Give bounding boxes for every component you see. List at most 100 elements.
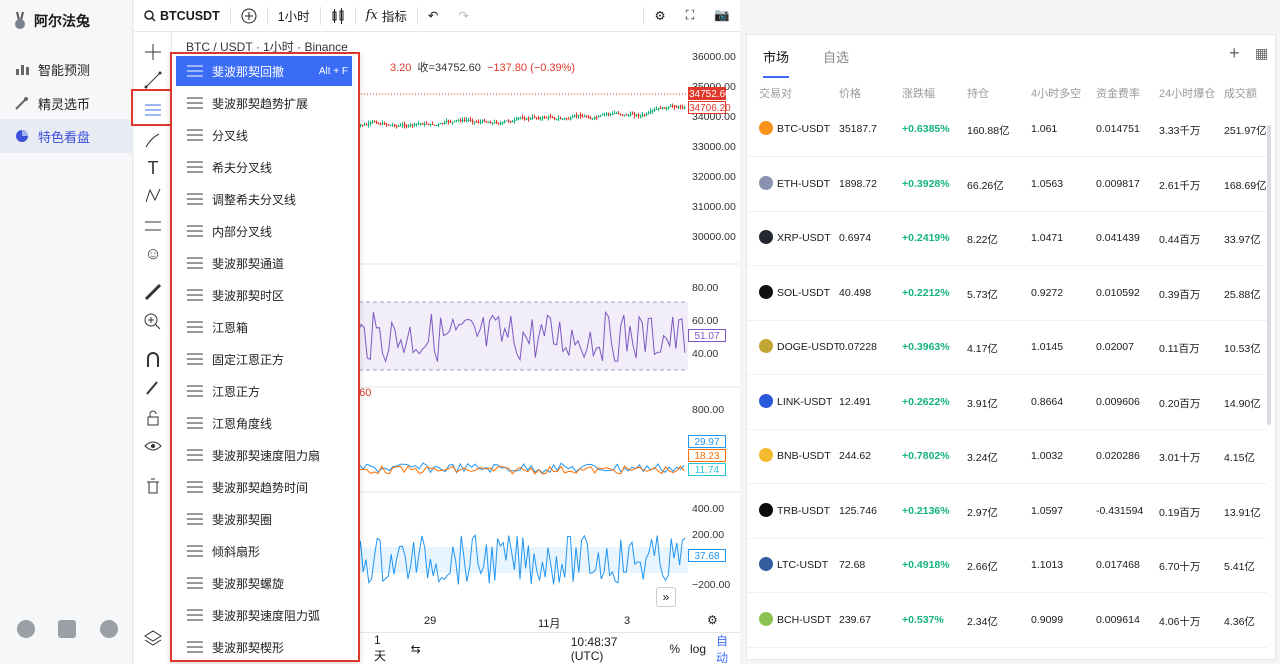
forecast-tool[interactable] xyxy=(143,216,163,236)
cell-vol: 251.97亿 xyxy=(1224,125,1267,137)
market-row[interactable]: TRB-USDT 125.746 +0.2136% 2.97亿 1.0597 -0.431… xyxy=(747,485,1267,539)
market-row[interactable]: BCH-USDT 239.67 +0.537% 2.34亿 0.9099 0.009614… xyxy=(747,594,1267,648)
candle-body xyxy=(382,123,384,125)
fib-menu-item[interactable]: 希夫分叉线 xyxy=(176,152,352,182)
cell-oi: 2.97亿 xyxy=(967,506,998,519)
candle-style-button[interactable] xyxy=(321,0,355,32)
ruler-tool[interactable] xyxy=(143,282,163,302)
undo-button[interactable]: ↶ xyxy=(418,0,448,32)
grid-icon[interactable]: ▦ xyxy=(1255,45,1268,62)
fib-menu-item[interactable]: 内部分叉线 xyxy=(176,216,352,246)
fib-menu-item[interactable]: 斐波那契通道 xyxy=(176,248,352,278)
fib-menu-item[interactable]: 分叉线 xyxy=(176,120,352,150)
candle-body xyxy=(412,124,414,126)
fib-tool-icon xyxy=(184,156,206,178)
log-toggle[interactable]: log xyxy=(690,642,706,656)
market-row[interactable]: LTC-USDT 72.68 +0.4918% 2.66亿 1.1013 0.017468… xyxy=(747,539,1267,593)
fib-menu-item[interactable]: 斐波那契趋势扩展 xyxy=(176,88,352,118)
column-header[interactable]: 成交额 xyxy=(1224,85,1257,101)
tab-market[interactable]: 市场 xyxy=(763,47,790,78)
market-row[interactable]: DOGE-USDT 0.07228 +0.3963% 4.17亿 1.0145 0.020… xyxy=(747,321,1267,375)
text-tool[interactable]: T xyxy=(143,158,163,178)
candle-body xyxy=(654,109,656,111)
pattern-tool[interactable] xyxy=(143,186,163,206)
chat-icon[interactable] xyxy=(58,620,76,638)
market-row[interactable]: BTC-USDT 35187.7 +0.6385% 160.88亿 1.061 0.014… xyxy=(747,103,1267,157)
auto-toggle[interactable]: 自动 xyxy=(716,632,740,664)
redo-button[interactable]: ↷ xyxy=(448,0,478,32)
indicators-button[interactable]: fx 指标 xyxy=(356,0,417,32)
brush-tool[interactable] xyxy=(143,130,163,150)
trendline-tool[interactable] xyxy=(143,70,163,90)
column-header[interactable]: 价格 xyxy=(839,85,861,101)
column-header[interactable]: 持仓 xyxy=(967,85,989,101)
axis-settings-button[interactable]: ⚙ xyxy=(707,613,718,627)
app-logo[interactable]: 阿尔法兔 xyxy=(12,8,90,34)
fib-menu-item[interactable]: 斐波那契楔形 xyxy=(176,632,352,662)
compare-button[interactable] xyxy=(231,0,267,32)
cell-change: +0.2419% xyxy=(902,232,950,244)
tab-watchlist[interactable]: 自选 xyxy=(823,47,849,78)
zoom-tool[interactable] xyxy=(143,312,163,332)
fib-menu-item[interactable]: 斐波那契回撤 Alt + F xyxy=(176,56,352,86)
magnet-tool[interactable] xyxy=(143,350,163,370)
wand-icon xyxy=(15,97,28,110)
nav-item-coin-picker[interactable]: 精灵选币 xyxy=(0,86,133,120)
fib-menu-item[interactable]: 江恩箱 xyxy=(176,312,352,342)
cell-fund: 0.041439 xyxy=(1096,232,1140,244)
chart-settings-button[interactable]: ⚙ xyxy=(644,0,675,32)
github-icon[interactable] xyxy=(17,620,35,638)
fib-tool-icon xyxy=(184,572,206,594)
chart-toolbar: BTCUSDT 1小时 fx 指标 ↶ ↷ ⚙ ⛶ 📷 xyxy=(134,0,740,32)
fib-menu-item[interactable]: 斐波那契速度阻力扇 xyxy=(176,440,352,470)
fib-menu-item[interactable]: 固定江恩正方 xyxy=(176,344,352,374)
emoji-tool[interactable]: ☺ xyxy=(143,244,163,264)
nav-item-prediction[interactable]: 智能预测 xyxy=(0,52,133,86)
fib-menu-item[interactable]: 江恩角度线 xyxy=(176,408,352,438)
fib-menu-item[interactable]: 斐波那契螺旋 xyxy=(176,568,352,598)
layers-tool[interactable] xyxy=(143,628,163,648)
delete-tool[interactable] xyxy=(143,476,163,496)
fib-tool-icon xyxy=(184,412,206,434)
interval-button[interactable]: 1小时 xyxy=(268,0,320,32)
goto-date-icon[interactable]: ⇆ xyxy=(411,642,421,656)
column-header[interactable]: 交易对 xyxy=(759,85,792,101)
scroll-to-latest-button[interactable]: » xyxy=(656,587,676,607)
candle-body xyxy=(464,119,466,121)
market-row[interactable]: LINK-USDT 12.491 +0.2622% 3.91亿 0.8664 0.0096… xyxy=(747,376,1267,430)
range-1d-button[interactable]: 1天 xyxy=(374,633,393,664)
fib-menu-item[interactable]: 斐波那契趋势时间 xyxy=(176,472,352,502)
x-tick: 29 xyxy=(424,615,437,627)
nav-item-special-view[interactable]: 特色看盘 xyxy=(0,119,133,153)
candle-body xyxy=(640,115,642,117)
scrollbar[interactable] xyxy=(1267,125,1271,425)
market-row[interactable]: XRP-USDT 0.6974 +0.2419% 8.22亿 1.0471 0.04143… xyxy=(747,212,1267,266)
symbol-search[interactable]: BTCUSDT xyxy=(134,0,230,32)
lock-tool[interactable] xyxy=(143,408,163,428)
fullscreen-button[interactable]: ⛶ xyxy=(676,0,705,32)
fib-menu-item[interactable]: 江恩正方 xyxy=(176,376,352,406)
add-icon[interactable]: + xyxy=(1229,43,1240,64)
visibility-tool[interactable] xyxy=(143,436,163,456)
percent-toggle[interactable]: % xyxy=(669,642,680,656)
fib-menu-item[interactable]: 调整希夫分叉线 xyxy=(176,184,352,214)
fib-menu-item[interactable]: 斐波那契时区 xyxy=(176,280,352,310)
market-row[interactable]: SOL-USDT 40.498 +0.2212% 5.73亿 0.9272 0.01059… xyxy=(747,267,1267,321)
fib-menu-item[interactable]: 倾斜扇形 xyxy=(176,536,352,566)
clock-readout[interactable]: 10:48:37 (UTC) xyxy=(571,635,654,663)
column-header[interactable]: 涨跌幅 xyxy=(902,85,935,101)
market-row[interactable]: BNB-USDT 244.62 +0.7802% 3.24亿 1.0032 0.02028… xyxy=(747,430,1267,484)
market-row[interactable]: ETH-USDT 1898.72 +0.3928% 66.26亿 1.0563 0.009… xyxy=(747,158,1267,212)
cell-change: +0.2212% xyxy=(902,286,950,299)
candle-body xyxy=(534,116,536,118)
column-header[interactable]: 资金费率 xyxy=(1096,85,1140,101)
crosshair-tool[interactable] xyxy=(143,42,163,62)
lock-drawing-tool[interactable] xyxy=(143,378,163,398)
settings-icon[interactable] xyxy=(100,620,118,638)
snapshot-button[interactable]: 📷 xyxy=(704,0,740,32)
column-header[interactable]: 24小时爆仓 xyxy=(1159,85,1215,101)
fib-menu-item[interactable]: 斐波那契圈 xyxy=(176,504,352,534)
column-header[interactable]: 4小时多空 xyxy=(1031,85,1081,101)
fib-menu-label: 斐波那契趋势扩展 xyxy=(212,96,309,111)
fib-menu-item[interactable]: 斐波那契速度阻力弧 xyxy=(176,600,352,630)
